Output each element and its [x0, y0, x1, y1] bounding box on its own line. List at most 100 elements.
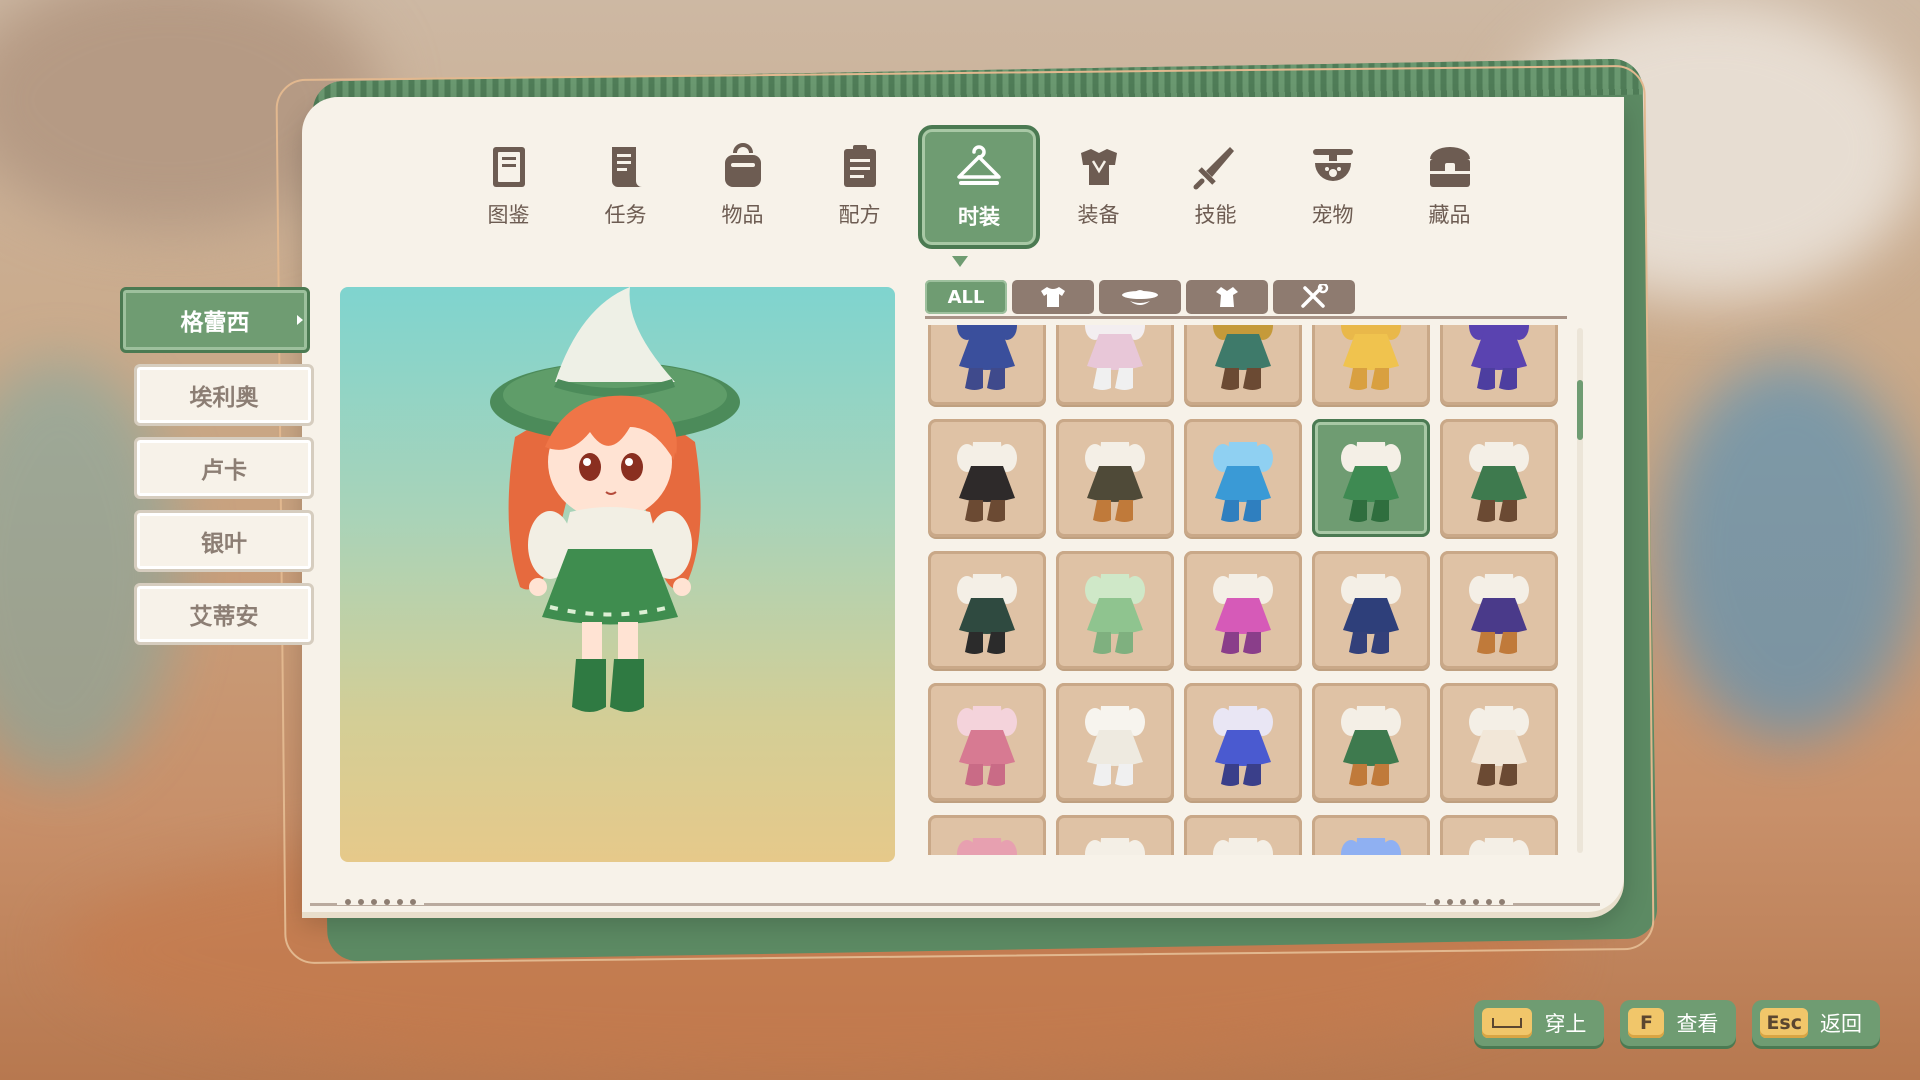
- outfit-slot[interactable]: [1312, 325, 1430, 405]
- nav-label: 任务: [604, 203, 647, 227]
- character-name: 埃利奥: [189, 385, 259, 411]
- outfit-slot[interactable]: [1184, 815, 1302, 855]
- outfit-icon: [1085, 838, 1145, 855]
- outfit-icon: [957, 706, 1017, 786]
- character-name: 银叶: [201, 531, 247, 557]
- outfit-slot[interactable]: [928, 325, 1046, 405]
- outfit-icon: [1085, 442, 1145, 522]
- nav-tab-fashion[interactable]: 时装: [918, 125, 1040, 249]
- outfit-slot[interactable]: [1056, 325, 1174, 405]
- selected-arrow-icon: [297, 315, 303, 325]
- outfit-icon: [1341, 325, 1401, 390]
- hotkey-label: 返回: [1820, 1012, 1862, 1036]
- character-tab[interactable]: 艾蒂安: [134, 583, 314, 645]
- category-tab-accessories[interactable]: [1099, 280, 1181, 314]
- nav-tab-quests[interactable]: 任务: [567, 125, 684, 245]
- outfit-slot[interactable]: [928, 815, 1046, 855]
- outfit-slot[interactable]: [1184, 419, 1302, 537]
- outfit-icon: [1469, 838, 1529, 855]
- character-tab[interactable]: 银叶: [134, 510, 314, 572]
- outfit-slot[interactable]: [1440, 683, 1558, 801]
- outfit-icon: [1085, 574, 1145, 654]
- outfit-icon: [957, 838, 1017, 855]
- outfit-slot[interactable]: [928, 551, 1046, 669]
- nav-tab-skills[interactable]: 技能: [1157, 125, 1274, 245]
- outfit-icon: [1469, 325, 1529, 390]
- outfit-icon: [1341, 706, 1401, 786]
- top-nav: 图鉴 任务 物品 配方 时装 装备 技能 宠物 藏品: [450, 125, 1508, 250]
- outfit-slot[interactable]: [1312, 419, 1430, 537]
- nav-tab-collection[interactable]: 图鉴: [450, 125, 567, 245]
- hanger-icon: [957, 145, 1001, 185]
- nav-label: 藏品: [1428, 203, 1471, 227]
- chest-icon: [1429, 147, 1470, 187]
- outfit-icon: [957, 442, 1017, 522]
- character-preview[interactable]: [340, 287, 895, 862]
- outfit-slot[interactable]: [1312, 683, 1430, 801]
- outfit-slot[interactable]: [1184, 683, 1302, 801]
- outfit-slot[interactable]: [1312, 815, 1430, 855]
- character-tab[interactable]: 卢卡: [134, 437, 314, 499]
- nav-label: 宠物: [1311, 203, 1354, 227]
- character-tab[interactable]: 格蕾西: [120, 287, 310, 353]
- outfit-icon: [957, 574, 1017, 654]
- outfit-slot[interactable]: [1056, 683, 1174, 801]
- outfit-icon: [957, 325, 1017, 390]
- nav-tab-collectibles[interactable]: 藏品: [1391, 125, 1508, 245]
- outfit-slot[interactable]: [1184, 551, 1302, 669]
- nav-label: 图鉴: [487, 203, 530, 227]
- hotkey-key: Esc: [1760, 1008, 1808, 1038]
- hotkey-bar: 穿上 F 查看 Esc 返回: [1474, 1000, 1880, 1046]
- category-tab-all[interactable]: ALL: [925, 280, 1007, 314]
- equip-button[interactable]: 穿上: [1474, 1000, 1605, 1046]
- shirt-icon: [1041, 287, 1065, 307]
- scroll-icon: [611, 147, 642, 187]
- outfit-slot[interactable]: [1440, 815, 1558, 855]
- outfit-icon: [1469, 574, 1529, 654]
- outfit-slot[interactable]: [1056, 815, 1174, 855]
- outfit-icon: [1213, 706, 1273, 786]
- outfit-slot[interactable]: [1440, 419, 1558, 537]
- outfit-icon: [1341, 442, 1401, 522]
- character-name: 格蕾西: [180, 310, 250, 336]
- outfit-slot[interactable]: [1184, 325, 1302, 405]
- character-tab[interactable]: 埃利奥: [134, 364, 314, 426]
- outfit-slot[interactable]: [928, 683, 1046, 801]
- outfit-slot[interactable]: [1056, 551, 1174, 669]
- outfit-icon: [1469, 706, 1529, 786]
- outfit-icon: [1213, 574, 1273, 654]
- scrollbar-thumb[interactable]: [1577, 380, 1583, 440]
- outfit-slot[interactable]: [928, 419, 1046, 537]
- outfit-slot[interactable]: [1312, 551, 1430, 669]
- view-button[interactable]: F 查看: [1620, 1000, 1737, 1046]
- nav-tab-pets[interactable]: 宠物: [1274, 125, 1391, 245]
- outfit-slot[interactable]: [1440, 551, 1558, 669]
- book-icon: [492, 147, 525, 187]
- hotkey-label: 查看: [1676, 1012, 1719, 1036]
- hat-mask-icon: [1122, 290, 1158, 305]
- nav-tab-items[interactable]: 物品: [684, 125, 801, 245]
- space-key-icon: [1482, 1008, 1533, 1038]
- outfit-icon: [1085, 325, 1145, 390]
- outfit-slot[interactable]: [1440, 325, 1558, 405]
- active-tab-indicator: [952, 256, 968, 267]
- category-tab-outfits[interactable]: [1186, 280, 1268, 314]
- decor-dots-left: [337, 899, 424, 905]
- back-button[interactable]: Esc 返回: [1752, 1000, 1880, 1046]
- nav-tab-recipes[interactable]: 配方: [801, 125, 918, 245]
- character-name: 艾蒂安: [189, 604, 259, 630]
- outfit-icon: [1216, 287, 1238, 307]
- category-tab-tools[interactable]: [1273, 280, 1355, 314]
- outfit-icon: [1341, 574, 1401, 654]
- category-tab-tops[interactable]: [1012, 280, 1094, 314]
- outfit-icon: [1085, 706, 1145, 786]
- pet-bowl-icon: [1312, 149, 1353, 181]
- nav-tab-equipment[interactable]: 装备: [1040, 125, 1157, 245]
- character-list: 格蕾西 埃利奥 卢卡 银叶 艾蒂安: [118, 287, 314, 656]
- nav-label: 物品: [721, 203, 764, 227]
- category-tabs: ALL: [925, 280, 1355, 314]
- outfit-slot[interactable]: [1056, 419, 1174, 537]
- hotkey-label: 穿上: [1544, 1012, 1587, 1036]
- tools-icon: [1301, 284, 1329, 308]
- outfit-grid[interactable]: [928, 325, 1560, 855]
